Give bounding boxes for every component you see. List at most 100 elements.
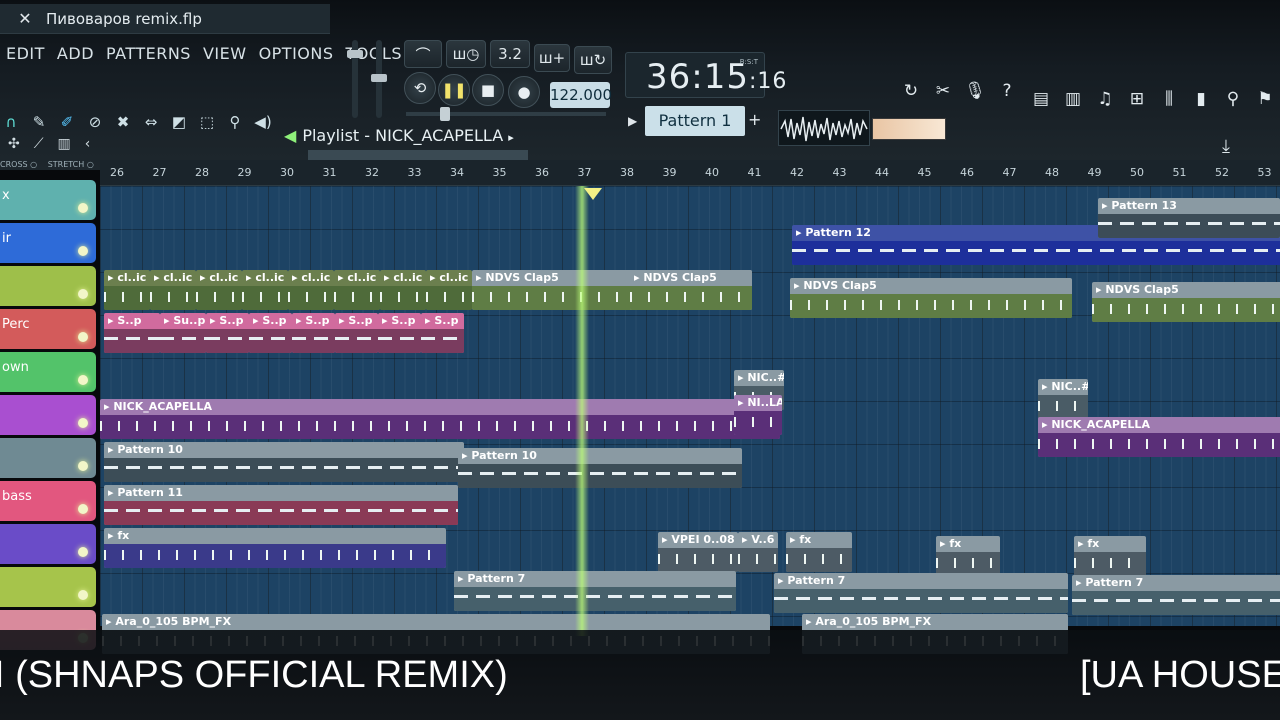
- playlist-clip[interactable]: ▸ cl..ic: [380, 270, 426, 310]
- playlist-clip[interactable]: ▸ Pattern 13: [1098, 198, 1280, 238]
- track-header[interactable]: [0, 266, 96, 306]
- track-mute-led[interactable]: [78, 246, 88, 256]
- playlist-clip[interactable]: ▸ Pattern 11: [104, 485, 458, 525]
- channel-rack-icon[interactable]: ▥: [1062, 88, 1084, 110]
- stretch-label[interactable]: STRETCH: [48, 160, 85, 169]
- select-icon[interactable]: ⬚: [198, 113, 216, 131]
- close-icon[interactable]: ✕: [14, 9, 36, 29]
- paint-icon[interactable]: ✐: [58, 113, 76, 131]
- playlist-clip[interactable]: ▸ cl..ic: [426, 270, 472, 310]
- playlist-clip[interactable]: ▸ cl..ic: [334, 270, 380, 310]
- track-header[interactable]: Perc: [0, 309, 96, 349]
- cross-label[interactable]: CROSS: [0, 160, 28, 169]
- pattern-selector[interactable]: Pattern 1: [645, 106, 745, 136]
- scroll-left-icon[interactable]: ‹: [85, 136, 91, 152]
- track-header[interactable]: [0, 567, 96, 607]
- plugin-icon[interactable]: ⚲: [1222, 88, 1244, 110]
- playlist-clip[interactable]: ▸ VPEI 0..08 #2: [658, 532, 738, 572]
- playlist-clip[interactable]: ▸ fx: [786, 532, 852, 572]
- playlist-clip[interactable]: ▸ S..p: [378, 313, 421, 353]
- help-icon[interactable]: ?: [996, 80, 1018, 102]
- playlist-clip[interactable]: ▸ fx: [936, 536, 1000, 576]
- track-header[interactable]: ir: [0, 223, 96, 263]
- playlist-clip[interactable]: ▸ S..p: [421, 313, 464, 353]
- position-slider[interactable]: [406, 107, 606, 121]
- pause-button[interactable]: ❚❚: [438, 74, 470, 106]
- stop-button[interactable]: ■: [472, 74, 504, 106]
- microphone-icon[interactable]: 🎙: [964, 80, 986, 102]
- track-mute-led[interactable]: [78, 418, 88, 428]
- snap-line-icon[interactable]: ⟋: [34, 136, 44, 152]
- slice-icon[interactable]: ◩: [170, 113, 188, 131]
- snap-button[interactable]: 3.2: [490, 40, 530, 68]
- browser-icon[interactable]: ⊞: [1126, 88, 1148, 110]
- mixer-icon[interactable]: ⫼: [1158, 88, 1180, 110]
- tempo-tap-icon[interactable]: ⚑: [1254, 88, 1276, 110]
- cut-icon[interactable]: ✂: [932, 80, 954, 102]
- track-header[interactable]: own: [0, 352, 96, 392]
- playlist-icon[interactable]: ▤: [1030, 88, 1052, 110]
- add-pattern-icon[interactable]: +: [748, 110, 766, 134]
- pencil-icon[interactable]: ✎: [30, 113, 48, 131]
- pattern-prev-icon[interactable]: ▶: [628, 108, 644, 134]
- playlist-clip[interactable]: ▸ Pattern 10: [104, 442, 464, 482]
- menu-add[interactable]: ADD: [57, 44, 94, 63]
- playlist-arrow-icon[interactable]: ▸: [508, 131, 514, 144]
- step-edit-button[interactable]: ш+: [534, 44, 570, 72]
- song-time-display[interactable]: 36:15:16 B:S:T: [625, 52, 786, 98]
- playlist-clip[interactable]: ▸ Su..p: [160, 313, 206, 353]
- track-mute-led[interactable]: [78, 547, 88, 557]
- position-slider-knob[interactable]: [440, 107, 450, 121]
- magnet-icon[interactable]: ∩: [2, 113, 20, 131]
- slip-icon[interactable]: ⇔: [142, 113, 160, 131]
- playlist-clip[interactable]: ▸ cl..ic: [196, 270, 242, 310]
- loop-record-button[interactable]: ш↻: [574, 46, 612, 74]
- playback-icon[interactable]: ◀): [254, 113, 272, 131]
- wait-input-button[interactable]: ш◷: [446, 40, 486, 68]
- zoom-icon[interactable]: ⚲: [226, 113, 244, 131]
- master-volume-slider[interactable]: [347, 40, 363, 118]
- grid-icon[interactable]: ▥: [58, 136, 71, 152]
- playlist-clip[interactable]: ▸ NDVS Clap5: [790, 278, 1072, 318]
- record-button[interactable]: ●: [508, 76, 540, 108]
- mute-icon[interactable]: ✖: [114, 113, 132, 131]
- track-mute-led[interactable]: [78, 289, 88, 299]
- tempo-display[interactable]: 122.000: [550, 82, 612, 108]
- playlist-clip[interactable]: ▸ V..6: [738, 532, 778, 572]
- track-mute-led[interactable]: [78, 375, 88, 385]
- playlist-clip[interactable]: ▸ fx: [1074, 536, 1146, 576]
- playhead-marker[interactable]: [584, 188, 602, 200]
- playlist-clip[interactable]: ▸ NIC..#2: [1038, 379, 1088, 419]
- playlist-clip[interactable]: ▸ cl..ic: [242, 270, 288, 310]
- playlist-clip[interactable]: ▸ S..p: [249, 313, 292, 353]
- song-mode-button[interactable]: ⟲: [404, 72, 436, 104]
- menu-patterns[interactable]: PATTERNS: [106, 44, 191, 63]
- track-header[interactable]: [0, 395, 96, 435]
- track-header[interactable]: bass: [0, 481, 96, 521]
- playlist-clip[interactable]: ▸ NICK_ACAPELLA: [1038, 417, 1280, 457]
- playlist-clip[interactable]: ▸ Pattern 10: [458, 448, 742, 488]
- master-pitch-slider[interactable]: [371, 40, 387, 118]
- undo-icon[interactable]: ↻: [900, 80, 922, 102]
- track-mute-led[interactable]: [78, 203, 88, 213]
- track-header[interactable]: [0, 438, 96, 478]
- piano-roll-icon[interactable]: ♫: [1094, 88, 1116, 110]
- track-header[interactable]: [0, 524, 96, 564]
- delete-icon[interactable]: ⊘: [86, 113, 104, 131]
- playlist-clip[interactable]: ▸ Pattern 7: [454, 571, 736, 611]
- playlist-clip[interactable]: ▸ cl..ic: [150, 270, 196, 310]
- playlist-clip[interactable]: ▸ S..p: [292, 313, 335, 353]
- waveform-view-icon[interactable]: ✣: [8, 136, 20, 152]
- menu-edit[interactable]: EDIT: [6, 44, 45, 63]
- track-mute-led[interactable]: [78, 461, 88, 471]
- playlist-clip[interactable]: ▸ Pattern 7: [1072, 575, 1280, 615]
- track-mute-led[interactable]: [78, 590, 88, 600]
- metronome-button[interactable]: ⌒: [404, 40, 442, 68]
- track-mute-led[interactable]: [78, 332, 88, 342]
- playlist-clip[interactable]: ▸ NDVS Clap5: [1092, 282, 1280, 322]
- menu-options[interactable]: OPTIONS: [259, 44, 334, 63]
- playlist-clip[interactable]: ▸ NDVS Clap5: [630, 270, 752, 310]
- file-icon[interactable]: ▮: [1190, 88, 1212, 110]
- playlist-clip[interactable]: ▸ S..p: [335, 313, 378, 353]
- playlist-clip[interactable]: ▸ S..p: [206, 313, 249, 353]
